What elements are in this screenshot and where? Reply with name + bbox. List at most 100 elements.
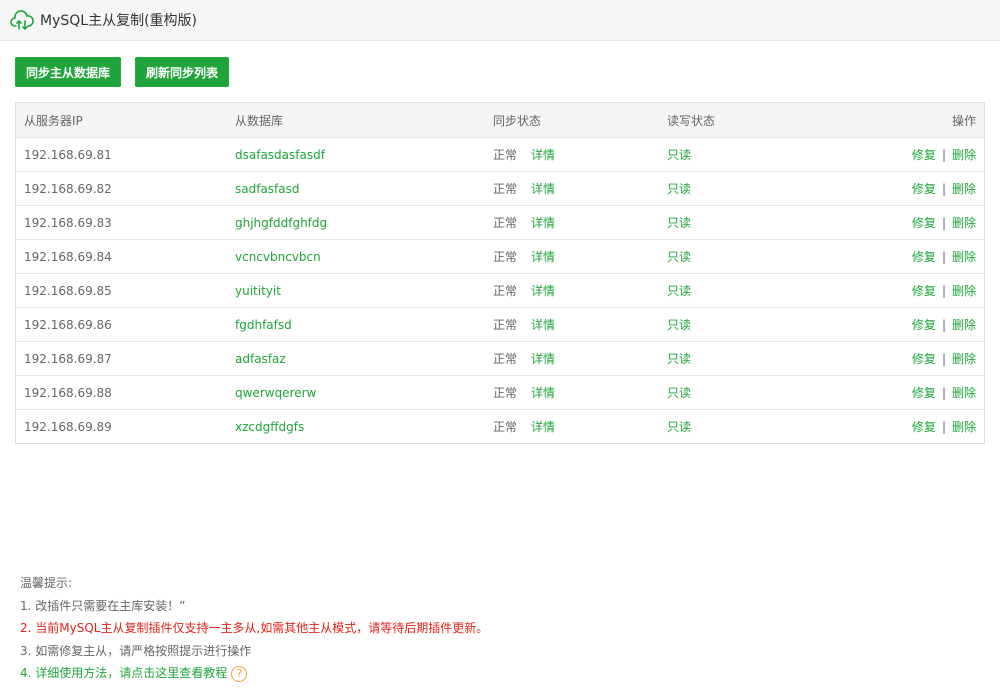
detail-link[interactable]: 详情 <box>531 420 555 434</box>
sync-status-text: 正常 <box>493 386 518 400</box>
repair-link[interactable]: 修复 <box>912 420 936 434</box>
slave-db-link[interactable]: qwerwqererw <box>235 386 316 400</box>
delete-link[interactable]: 删除 <box>952 318 976 332</box>
repair-link[interactable]: 修复 <box>912 216 936 230</box>
rw-status-link[interactable]: 只读 <box>667 318 691 332</box>
action-separator: | <box>941 148 946 162</box>
slave-ip-cell: 192.168.69.86 <box>15 307 227 342</box>
window-title: MySQL主从复制(重构版) <box>40 13 197 29</box>
delete-link[interactable]: 删除 <box>952 352 976 366</box>
rw-status-link[interactable]: 只读 <box>667 148 691 162</box>
sync-status-text: 正常 <box>493 182 518 196</box>
delete-link[interactable]: 删除 <box>952 284 976 298</box>
sync-status-cell: 正常 详情 <box>485 273 659 308</box>
action-separator: | <box>941 182 946 196</box>
actions-cell: 修复 | 删除 <box>895 273 985 308</box>
action-separator: | <box>941 250 946 264</box>
rw-status-link[interactable]: 只读 <box>667 182 691 196</box>
repair-link[interactable]: 修复 <box>912 182 936 196</box>
table-row: 192.168.69.81 dsafasdasfasdf 正常 详情 只读 修复 | 删除 <box>15 137 985 172</box>
delete-link[interactable]: 删除 <box>952 386 976 400</box>
slave-db-cell: xzcdgffdgfs <box>227 409 485 444</box>
rw-status-cell: 只读 <box>659 341 895 376</box>
slave-ip-cell: 192.168.69.84 <box>15 239 227 274</box>
slave-ip-cell: 192.168.69.82 <box>15 171 227 206</box>
slave-db-cell: sadfasfasd <box>227 171 485 206</box>
rw-status-cell: 只读 <box>659 239 895 274</box>
table-row: 192.168.69.89 xzcdgffdgfs 正常 详情 只读 修复 | 删除 <box>15 409 985 444</box>
detail-link[interactable]: 详情 <box>531 250 555 264</box>
delete-link[interactable]: 删除 <box>952 148 976 162</box>
slave-db-cell: vcncvbncvbcn <box>227 239 485 274</box>
sync-status-cell: 正常 详情 <box>485 205 659 240</box>
repair-link[interactable]: 修复 <box>912 352 936 366</box>
slave-db-link[interactable]: yuitityit <box>235 284 281 298</box>
rw-status-cell: 只读 <box>659 307 895 342</box>
delete-link[interactable]: 删除 <box>952 216 976 230</box>
actions-cell: 修复 | 删除 <box>895 137 985 172</box>
slave-db-link[interactable]: dsafasdasfasdf <box>235 148 325 162</box>
sync-master-slave-button[interactable]: 同步主从数据库 <box>15 57 122 87</box>
detail-link[interactable]: 详情 <box>531 352 555 366</box>
slave-db-cell: qwerwqererw <box>227 375 485 410</box>
slave-db-link[interactable]: fgdhfafsd <box>235 318 292 332</box>
detail-link[interactable]: 详情 <box>531 216 555 230</box>
slave-ip-cell: 192.168.69.81 <box>15 137 227 172</box>
rw-status-link[interactable]: 只读 <box>667 284 691 298</box>
detail-link[interactable]: 详情 <box>531 318 555 332</box>
actions-cell: 修复 | 删除 <box>895 307 985 342</box>
header-slave-ip: 从服务器IP <box>15 102 227 138</box>
delete-link[interactable]: 删除 <box>952 182 976 196</box>
detail-link[interactable]: 详情 <box>531 284 555 298</box>
slave-ip-cell: 192.168.69.85 <box>15 273 227 308</box>
rw-status-link[interactable]: 只读 <box>667 420 691 434</box>
sync-status-text: 正常 <box>493 250 518 264</box>
slave-ip-cell: 192.168.69.83 <box>15 205 227 240</box>
detail-link[interactable]: 详情 <box>531 182 555 196</box>
rw-status-cell: 只读 <box>659 375 895 410</box>
sync-status-text: 正常 <box>493 352 518 366</box>
rw-status-link[interactable]: 只读 <box>667 386 691 400</box>
header-slave-db: 从数据库 <box>227 102 485 138</box>
actions-cell: 修复 | 删除 <box>895 409 985 444</box>
table-header-row: 从服务器IP 从数据库 同步状态 读写状态 操作 <box>15 102 985 138</box>
actions-cell: 修复 | 删除 <box>895 375 985 410</box>
header-sync-status: 同步状态 <box>485 102 659 138</box>
slave-db-cell: yuitityit <box>227 273 485 308</box>
tip-item-2: 2. 当前MySQL主从复制插件仅支持一主多从,如需其他主从模式，请等待后期插件… <box>20 621 489 635</box>
sync-status-text: 正常 <box>493 148 518 162</box>
action-separator: | <box>941 318 946 332</box>
sync-status-cell: 正常 详情 <box>485 307 659 342</box>
header-rw-status: 读写状态 <box>659 102 895 138</box>
sync-status-text: 正常 <box>493 216 518 230</box>
rw-status-link[interactable]: 只读 <box>667 216 691 230</box>
repair-link[interactable]: 修复 <box>912 386 936 400</box>
slave-db-link[interactable]: adfasfaz <box>235 352 286 366</box>
rw-status-link[interactable]: 只读 <box>667 250 691 264</box>
rw-status-cell: 只读 <box>659 273 895 308</box>
repair-link[interactable]: 修复 <box>912 250 936 264</box>
repair-link[interactable]: 修复 <box>912 318 936 332</box>
sync-status-cell: 正常 详情 <box>485 375 659 410</box>
slave-db-link[interactable]: vcncvbncvbcn <box>235 250 321 264</box>
detail-link[interactable]: 详情 <box>531 386 555 400</box>
slave-db-link[interactable]: xzcdgffdgfs <box>235 420 304 434</box>
question-circle-icon[interactable]: ? <box>231 665 248 682</box>
rw-status-link[interactable]: 只读 <box>667 352 691 366</box>
slave-db-cell: dsafasdasfasdf <box>227 137 485 172</box>
toolbar: 同步主从数据库 刷新同步列表 <box>15 57 230 87</box>
repair-link[interactable]: 修复 <box>912 284 936 298</box>
slave-db-cell: adfasfaz <box>227 341 485 376</box>
repair-link[interactable]: 修复 <box>912 148 936 162</box>
slave-db-link[interactable]: ghjhgfddfghfdg <box>235 216 327 230</box>
slave-db-link[interactable]: sadfasfasd <box>235 182 300 196</box>
detail-link[interactable]: 详情 <box>531 148 555 162</box>
refresh-sync-list-button[interactable]: 刷新同步列表 <box>135 57 230 87</box>
table-row: 192.168.69.85 yuitityit 正常 详情 只读 修复 | 删除 <box>15 273 985 308</box>
delete-link[interactable]: 删除 <box>952 250 976 264</box>
tips-panel: 温馨提示: 1. 改插件只需要在主库安装！” 2. 当前MySQL主从复制插件仅… <box>20 572 488 685</box>
delete-link[interactable]: 删除 <box>952 420 976 434</box>
rw-status-cell: 只读 <box>659 409 895 444</box>
rw-status-cell: 只读 <box>659 205 895 240</box>
tutorial-link[interactable]: 4. 详细使用方法，请点击这里查看教程 <box>20 666 227 680</box>
